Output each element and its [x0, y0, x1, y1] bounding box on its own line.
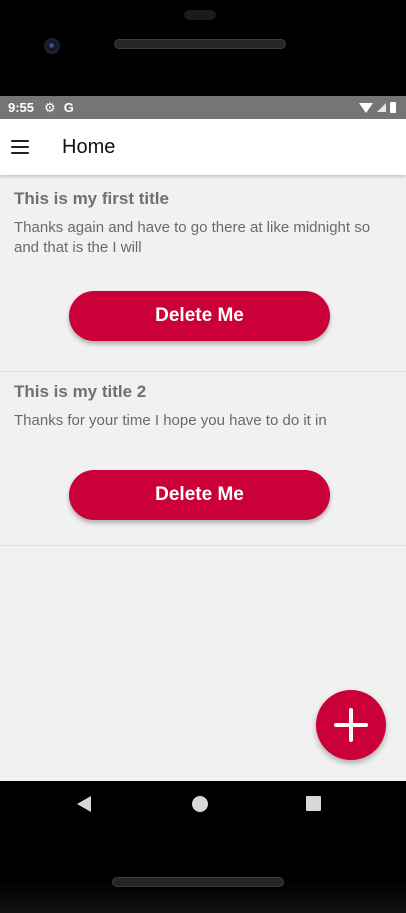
google-g-icon: G	[63, 100, 74, 115]
bottom-bezel	[0, 827, 406, 913]
hamburger-menu-icon[interactable]	[11, 140, 29, 154]
earpiece-speaker	[114, 39, 286, 49]
top-notch	[184, 10, 216, 20]
list-item: This is my first title Thanks again and …	[0, 175, 406, 372]
card-title: This is my first title	[14, 189, 169, 208]
add-fab-plus-icon[interactable]	[316, 690, 386, 760]
cell-signal-icon	[377, 103, 386, 112]
wifi-icon	[359, 102, 373, 113]
main-content: This is my first title Thanks again and …	[0, 175, 406, 781]
delete-button[interactable]: Delete Me	[69, 470, 330, 520]
status-indicators	[359, 102, 396, 113]
card-body: Thanks again and have to go there at lik…	[14, 219, 371, 256]
system-nav-bar	[0, 781, 406, 827]
list-item: This is my title 2 Thanks for your time …	[0, 372, 406, 546]
camera-icon	[44, 38, 60, 54]
top-bezel	[0, 0, 406, 96]
status-time: 9:55	[8, 100, 35, 115]
app-bar: Home	[0, 119, 406, 175]
card-body: Thanks for your time I hope you have to …	[14, 412, 327, 429]
settings-gear-icon: ⚙	[44, 99, 56, 115]
recents-square-icon[interactable]	[306, 796, 321, 811]
back-triangle-icon[interactable]	[77, 796, 91, 812]
card-title: This is my title 2	[14, 382, 147, 401]
bottom-speaker	[112, 877, 284, 887]
battery-icon	[390, 102, 396, 113]
device-frame: 9:55 ⚙ G Home This is my first title Tha…	[0, 0, 406, 913]
status-bar: 9:55 ⚙ G	[0, 96, 406, 119]
delete-button[interactable]: Delete Me	[69, 291, 330, 341]
page-title: Home	[62, 135, 116, 158]
home-circle-icon[interactable]	[192, 796, 208, 812]
